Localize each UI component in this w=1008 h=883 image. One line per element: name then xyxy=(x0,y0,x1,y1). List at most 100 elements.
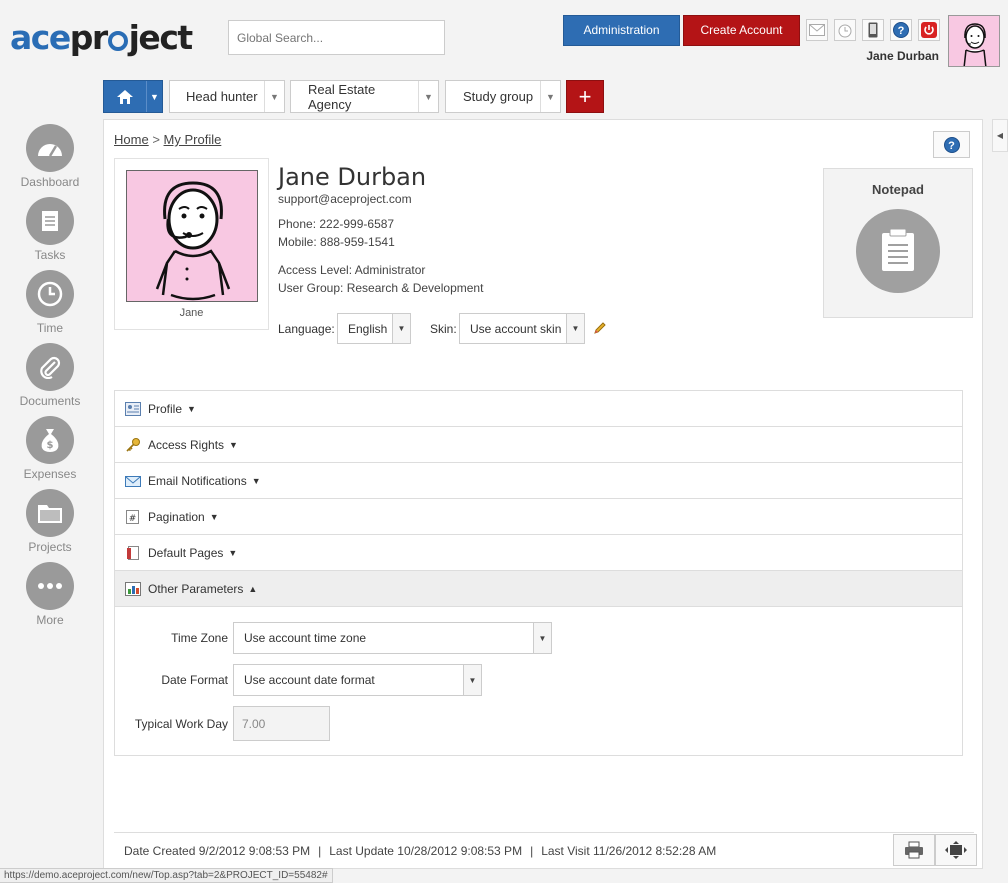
skin-value: Use account skin xyxy=(470,321,562,336)
nav-documents[interactable]: Documents xyxy=(14,343,86,408)
profile-user-group: User Group: Research & Development xyxy=(278,281,484,295)
nav-label: Projects xyxy=(28,540,72,554)
work-day-label: Typical Work Day xyxy=(134,717,228,731)
project-tab-head-hunter[interactable]: Head hunter ▼ xyxy=(169,80,285,113)
home-tab[interactable]: ▼ xyxy=(103,80,163,113)
language-value: English xyxy=(348,321,388,336)
date-format-select[interactable]: Use account date format ▼ xyxy=(233,664,482,696)
profile-email: support@aceproject.com xyxy=(278,192,412,206)
global-search-input[interactable] xyxy=(228,20,445,55)
section-label: Email Notifications xyxy=(148,473,247,488)
user-avatar[interactable] xyxy=(948,15,1000,67)
profile-photo[interactable] xyxy=(126,170,258,302)
notepad-icon[interactable] xyxy=(856,209,940,293)
chevron-down-icon[interactable]: ▼ xyxy=(264,81,284,112)
nav-expenses[interactable]: $ Expenses xyxy=(14,416,86,481)
section-label: Pagination xyxy=(148,509,205,524)
section-label: Other Parameters xyxy=(148,581,244,596)
help-icon[interactable]: ? xyxy=(890,19,912,41)
alarm-icon[interactable] xyxy=(834,19,856,41)
notepad-widget[interactable]: Notepad xyxy=(823,168,973,318)
chevron-down-icon[interactable]: ▼ xyxy=(463,665,481,695)
logo-project-text: pr ject xyxy=(69,18,193,57)
nav-more[interactable]: More xyxy=(14,562,86,627)
chevron-down-icon[interactable]: ▼ xyxy=(418,81,438,112)
breadcrumb-my-profile-link[interactable]: My Profile xyxy=(164,132,222,147)
project-tab-study-group[interactable]: Study group ▼ xyxy=(445,80,561,113)
nav-label: More xyxy=(36,613,64,627)
breadcrumb-home-link[interactable]: Home xyxy=(114,132,149,147)
help-icon: ? xyxy=(943,136,960,153)
profile-phone: Phone: 222-999-6587 xyxy=(278,217,395,231)
home-dropdown-arrow[interactable]: ▼ xyxy=(146,81,162,112)
chevron-down-icon[interactable]: ▼ xyxy=(540,81,560,112)
fullscreen-button[interactable] xyxy=(935,834,977,866)
email-notification-icon xyxy=(125,474,141,488)
chevron-down-icon[interactable]: ▼ xyxy=(533,623,551,653)
project-tab-label: Real Estate Agency xyxy=(308,81,376,112)
profile-mobile: Mobile: 888-959-1541 xyxy=(278,235,395,249)
project-tab-label: Head hunter xyxy=(186,89,258,104)
date-format-value: Use account date format xyxy=(244,673,375,687)
settings-accordion: Profile ▼ Access Rights ▼ Email Notifica… xyxy=(114,390,963,756)
aceproject-logo[interactable]: acepr ject xyxy=(10,18,193,58)
nav-label: Expenses xyxy=(23,467,77,481)
section-label: Default Pages xyxy=(148,545,224,560)
photo-caption: Jane xyxy=(179,307,204,319)
section-label: Access Rights xyxy=(148,437,225,452)
section-default-pages[interactable]: Default Pages ▼ xyxy=(115,535,962,571)
key-icon xyxy=(125,437,141,452)
section-email-notifications[interactable]: Email Notifications ▼ xyxy=(115,463,962,499)
section-other-parameters[interactable]: Other Parameters ▲ xyxy=(115,571,962,607)
nav-time[interactable]: Time xyxy=(14,270,86,335)
project-tab-real-estate-agency[interactable]: Real Estate Agency ▼ xyxy=(290,80,439,113)
work-day-input[interactable]: 7.00 xyxy=(233,706,330,741)
tasks-icon xyxy=(26,197,74,245)
section-access-rights[interactable]: Access Rights ▼ xyxy=(115,427,962,463)
language-select[interactable]: English ▼ xyxy=(337,313,411,344)
administration-button[interactable]: Administration xyxy=(563,15,680,46)
expand-icon xyxy=(945,841,967,859)
edit-skin-pencil-icon[interactable] xyxy=(593,321,607,338)
create-account-button[interactable]: Create Account xyxy=(683,15,800,46)
main-panel: Home > My Profile ? Jane Jane Durban sup… xyxy=(103,119,983,869)
printer-icon xyxy=(905,841,923,859)
nav-label: Tasks xyxy=(34,248,66,262)
money-bag-icon: $ xyxy=(26,416,74,464)
language-label: Language: xyxy=(278,322,335,336)
paperclip-icon xyxy=(26,343,74,391)
page-help-button[interactable]: ? xyxy=(933,131,970,158)
nav-dashboard[interactable]: Dashboard xyxy=(14,124,86,189)
power-icon[interactable] xyxy=(918,19,940,41)
nav-tasks[interactable]: Tasks xyxy=(14,197,86,262)
browser-status-bar: https://demo.aceproject.com/new/Top.asp?… xyxy=(0,868,333,883)
home-icon[interactable] xyxy=(104,81,146,112)
nav-label: Time xyxy=(36,321,64,335)
last-update: Last Update 10/28/2012 9:08:53 PM xyxy=(329,843,523,858)
nav-projects[interactable]: Projects xyxy=(14,489,86,554)
breadcrumb-separator: > xyxy=(152,132,160,147)
collapse-panel-handle[interactable]: ◀ xyxy=(992,119,1008,152)
caret-down-icon: ▼ xyxy=(251,475,261,486)
bookmark-pages-icon xyxy=(125,545,141,560)
caret-down-icon: ▼ xyxy=(228,547,238,558)
nav-label: Documents xyxy=(19,394,81,408)
time-zone-value: Use account time zone xyxy=(244,631,367,645)
date-created: Date Created 9/2/2012 9:08:53 PM xyxy=(124,843,311,858)
section-pagination[interactable]: # Pagination ▼ xyxy=(115,499,962,535)
clock-icon xyxy=(26,270,74,318)
mail-icon[interactable] xyxy=(806,19,828,41)
add-project-tab-button[interactable]: + xyxy=(566,80,604,113)
svg-text:#: # xyxy=(129,514,137,524)
section-label: Profile xyxy=(148,401,183,416)
parameters-icon xyxy=(125,581,141,596)
print-button[interactable] xyxy=(893,834,935,866)
last-visit: Last Visit 11/26/2012 8:52:28 AM xyxy=(541,843,717,858)
section-profile[interactable]: Profile ▼ xyxy=(115,391,962,427)
more-icon xyxy=(26,562,74,610)
phone-icon[interactable] xyxy=(862,19,884,41)
chevron-down-icon[interactable]: ▼ xyxy=(392,314,410,343)
chevron-down-icon[interactable]: ▼ xyxy=(566,314,584,343)
time-zone-select[interactable]: Use account time zone ▼ xyxy=(233,622,552,654)
skin-select[interactable]: Use account skin ▼ xyxy=(459,313,585,344)
